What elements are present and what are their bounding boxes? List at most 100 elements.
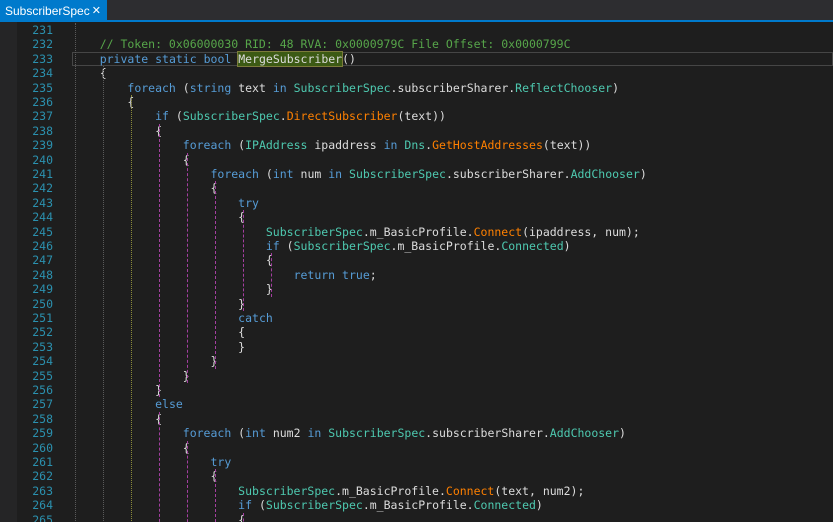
code-line[interactable]: 250 } — [0, 297, 833, 311]
code-line[interactable]: 263 SubscriberSpec.m_BasicProfile.Connec… — [0, 484, 833, 498]
code-token: foreach — [182, 426, 232, 441]
code-token: return — [293, 267, 336, 282]
code-token: .subscriberSharer. — [390, 80, 516, 95]
indent-guide — [215, 181, 216, 369]
code-line[interactable]: 249 } — [0, 282, 833, 296]
code-token: AddChooser — [570, 167, 640, 181]
line-number: 248 — [32, 267, 53, 282]
highlighted-symbol[interactable]: MergeSubscriber — [237, 50, 344, 67]
code-line[interactable]: 254 } — [0, 354, 833, 368]
indent-guide — [103, 66, 104, 522]
line-number: 241 — [32, 167, 53, 181]
code-token: if — [265, 239, 280, 253]
code-line[interactable]: 261 try — [0, 455, 833, 469]
code-token: SubscriberSpec — [265, 224, 363, 239]
line-number: 232 — [32, 37, 53, 52]
code-editor[interactable]: 231 232 // Token: 0x06000030 RID: 48 RVA:… — [0, 22, 833, 522]
code-token: ( — [258, 167, 273, 181]
code-line[interactable]: 237 if (SubscriberSpec.DirectSubscriber(… — [0, 109, 833, 123]
code-token: in — [272, 80, 287, 95]
code-token: if — [155, 109, 169, 124]
code-line[interactable]: 231 — [0, 23, 833, 37]
code-token: try — [210, 455, 232, 469]
code-line[interactable]: 257 else — [0, 397, 833, 411]
code-line[interactable]: 241 foreach (int num in SubscriberSpec.s… — [0, 167, 833, 181]
line-number: 265 — [32, 512, 53, 522]
code-line[interactable]: 235 foreach (string text in SubscriberSp… — [0, 81, 833, 95]
code-line[interactable]: 242 { — [0, 181, 833, 195]
code-line[interactable]: 262 { — [0, 469, 833, 483]
code-line[interactable]: 258 { — [0, 412, 833, 426]
code-text: private static bool MergeSubscriber() — [72, 50, 356, 67]
indent-guide — [187, 440, 188, 522]
code-line[interactable]: 265 { — [0, 513, 833, 522]
line-number: 240 — [32, 152, 53, 167]
code-token: ) — [619, 426, 626, 441]
code-line[interactable]: 256 } — [0, 383, 833, 397]
code-line[interactable]: 233 private static bool MergeSubscriber(… — [0, 50, 833, 67]
line-number: 247 — [32, 253, 53, 268]
code-token: ( — [231, 426, 246, 441]
code-line[interactable]: 255 } — [0, 369, 833, 383]
line-number: 257 — [32, 397, 53, 412]
code-line[interactable]: 259 foreach (int num2 in SubscriberSpec.… — [0, 426, 833, 440]
code-line[interactable]: 238 { — [0, 124, 833, 138]
tab-subscriberspec[interactable]: SubscriberSpec ✕ — [0, 0, 107, 22]
code-token: { — [72, 66, 107, 81]
code-text: foreach (int num2 in SubscriberSpec.subs… — [72, 426, 626, 440]
code-text: return true; — [72, 268, 377, 282]
code-line[interactable]: 248 return true; — [0, 268, 833, 282]
code-token: ) — [535, 498, 543, 513]
code-token: Connected — [473, 498, 536, 513]
close-icon[interactable]: ✕ — [92, 0, 101, 22]
code-token: AddChooser — [549, 426, 620, 441]
code-token: ReflectChooser — [515, 80, 613, 95]
line-number: 250 — [32, 296, 53, 311]
code-token: ( — [231, 138, 246, 153]
code-token: SubscriberSpec — [182, 109, 280, 124]
line-number: 258 — [32, 411, 53, 426]
code-line[interactable]: 240 { — [0, 153, 833, 167]
code-line[interactable]: 251 catch — [0, 311, 833, 325]
line-number: 242 — [32, 181, 53, 196]
code-text: foreach (string text in SubscriberSpec.s… — [72, 81, 619, 95]
code-line[interactable]: 236 { — [0, 95, 833, 109]
code-line[interactable]: 234 { — [0, 66, 833, 80]
code-token: num2 — [265, 426, 308, 441]
code-token: ( — [168, 109, 183, 124]
code-line[interactable]: 244 { — [0, 210, 833, 224]
code-line[interactable]: 232 // Token: 0x06000030 RID: 48 RVA: 0x… — [0, 37, 833, 51]
code-text: if (SubscriberSpec.m_BasicProfile.Connec… — [72, 498, 543, 512]
line-number: 263 — [32, 483, 53, 498]
code-token: SubscriberSpec — [349, 167, 446, 181]
code-token: .subscriberSharer. — [425, 426, 550, 441]
code-line[interactable]: 252 { — [0, 325, 833, 339]
code-line[interactable]: 253 } — [0, 340, 833, 354]
code-line[interactable]: 260 { — [0, 441, 833, 455]
code-line[interactable]: 246 if (SubscriberSpec.m_BasicProfile.Co… — [0, 239, 833, 253]
code-token: } — [72, 383, 163, 397]
code-token: (ipaddress, num); — [522, 224, 640, 239]
code-token: ) — [639, 167, 647, 181]
line-number: 251 — [32, 311, 53, 325]
indent-guide — [75, 23, 76, 522]
code-line[interactable]: 247 { — [0, 253, 833, 267]
code-line[interactable]: 243 try — [0, 196, 833, 210]
code-token: Connected — [501, 239, 564, 253]
code-token: .m_BasicProfile. — [362, 224, 474, 239]
code-text: { — [72, 412, 162, 426]
indent-guide — [215, 469, 216, 522]
code-token: in — [383, 138, 398, 153]
code-line[interactable]: 239 foreach (IPAddress ipaddress in Dns.… — [0, 138, 833, 152]
code-token: num — [293, 167, 329, 181]
code-text: { — [72, 469, 217, 483]
code-token: Connect — [473, 224, 523, 239]
code-line[interactable]: 245 SubscriberSpec.m_BasicProfile.Connec… — [0, 225, 833, 239]
code-line[interactable]: 264 if (SubscriberSpec.m_BasicProfile.Co… — [0, 498, 833, 512]
